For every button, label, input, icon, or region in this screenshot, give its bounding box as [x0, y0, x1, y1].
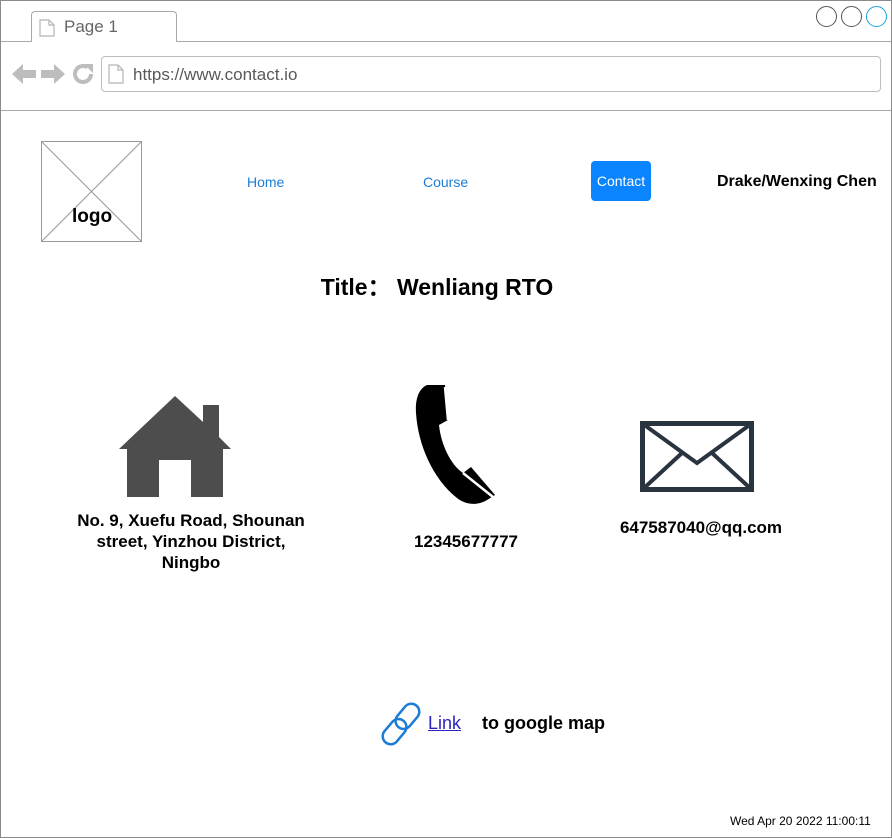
- nav-home-link[interactable]: Home: [247, 174, 284, 190]
- reload-icon[interactable]: [71, 62, 95, 86]
- address-line: No. 9, Xuefu Road, Shounan: [77, 511, 305, 530]
- browser-tab[interactable]: Page 1: [31, 11, 177, 42]
- logo-placeholder: logo: [41, 141, 142, 242]
- page-title: Title： Wenliang RTO: [320, 274, 554, 300]
- phone-number: 12345677777: [413, 532, 518, 551]
- forward-arrow-icon[interactable]: [41, 63, 65, 85]
- page-icon: [108, 64, 124, 84]
- window-button-maximize[interactable]: [841, 6, 862, 27]
- address-bar[interactable]: https://www.contact.io: [101, 56, 881, 92]
- map-link-description: to google map: [482, 713, 605, 733]
- browser-window: Page 1 https://www.contact.io logo Home …: [0, 0, 892, 838]
- address-line: Ningbo: [161, 553, 221, 572]
- email-address: 647587040@qq.com: [619, 518, 783, 537]
- address-line: street, Yinzhou District,: [96, 532, 286, 551]
- tab-bar: Page 1: [1, 1, 891, 42]
- nav-course-link[interactable]: Course: [423, 174, 468, 190]
- tab-title: Page 1: [64, 17, 118, 36]
- url-text: https://www.contact.io: [133, 65, 298, 84]
- browser-toolbar: https://www.contact.io: [1, 42, 891, 111]
- address-text: No. 9, Xuefu Road, Shounan street, Yinzh…: [61, 510, 321, 573]
- phone-icon: [415, 385, 495, 504]
- user-name: Drake/Wenxing Chen: [717, 173, 877, 190]
- nav-contact-button[interactable]: Contact: [591, 161, 651, 201]
- envelope-icon: [640, 421, 754, 492]
- page-icon: [39, 19, 55, 37]
- link-chain-icon: [381, 702, 421, 746]
- house-icon: [119, 396, 231, 497]
- logo-label: logo: [72, 206, 113, 227]
- window-button-close[interactable]: [866, 6, 887, 27]
- back-arrow-icon[interactable]: [12, 63, 36, 85]
- window-button-minimize[interactable]: [816, 6, 837, 27]
- timestamp: Wed Apr 20 2022 11:00:11: [730, 814, 871, 828]
- google-map-link[interactable]: Link: [428, 713, 461, 734]
